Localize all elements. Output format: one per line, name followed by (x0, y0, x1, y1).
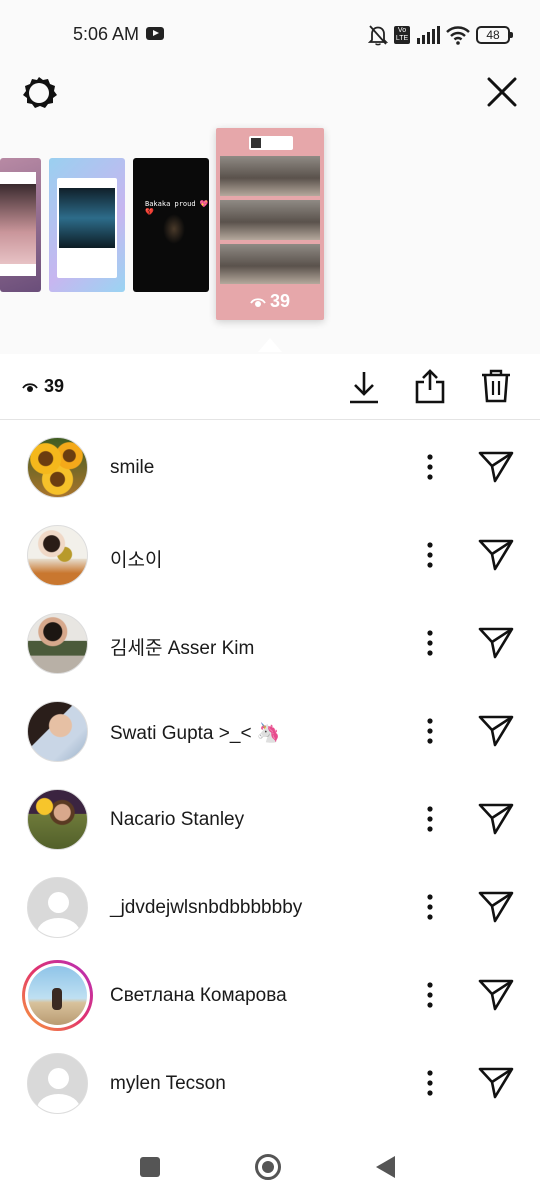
viewer-name[interactable]: 김세준 Asser Kim (110, 633, 254, 660)
selection-pointer (258, 338, 282, 352)
selected-story-views: 39 (270, 291, 291, 311)
send-icon[interactable] (478, 889, 514, 923)
wifi-icon (446, 26, 470, 45)
close-icon[interactable] (484, 74, 520, 110)
download-icon[interactable] (348, 370, 380, 404)
more-icon[interactable] (418, 977, 442, 1013)
more-icon[interactable] (418, 1065, 442, 1101)
signal-icon (417, 26, 440, 44)
trash-icon[interactable] (481, 369, 511, 403)
volte-icon: Vo LTE (394, 26, 410, 44)
story-thumbnail-selected[interactable]: 39 (216, 128, 324, 320)
avatar[interactable] (27, 701, 88, 762)
viewer-row[interactable]: 김세준 Asser Kim (0, 597, 540, 685)
avatar[interactable] (27, 613, 88, 674)
more-icon[interactable] (418, 449, 442, 485)
viewer-name[interactable]: Nacario Stanley (110, 809, 244, 831)
viewer-row[interactable]: smile (0, 421, 540, 509)
status-bar: 5:06 AM Vo LTE 48 (0, 0, 540, 52)
gear-icon[interactable] (20, 74, 58, 112)
story-actions: 39 (0, 354, 540, 420)
story-ring-avatar[interactable] (22, 960, 93, 1031)
back-icon[interactable] (376, 1156, 395, 1178)
viewer-row[interactable]: Swati Gupta >_< 🦄 (0, 685, 540, 773)
story-thumbnail-1[interactable] (0, 158, 41, 292)
default-avatar-icon[interactable] (27, 1053, 88, 1114)
viewer-name[interactable]: Светлана Комарова (110, 985, 287, 1007)
viewer-name[interactable]: smile (110, 457, 154, 479)
story-thumbnail-3[interactable]: Bakaka proud 💖💔 (133, 158, 209, 292)
views-count: 39 (44, 376, 65, 396)
youtube-icon (146, 27, 164, 40)
send-icon[interactable] (478, 977, 514, 1011)
more-icon[interactable] (418, 801, 442, 837)
viewer-row[interactable]: 이소이 (0, 509, 540, 597)
send-icon[interactable] (478, 537, 514, 571)
send-icon[interactable] (478, 801, 514, 835)
avatar[interactable] (27, 437, 88, 498)
more-icon[interactable] (418, 713, 442, 749)
viewer-name[interactable]: _jdvdejwlsnbdbbbbbby (110, 897, 302, 919)
share-icon[interactable] (414, 368, 446, 404)
battery-icon: 48 (476, 26, 513, 44)
eye-icon (250, 298, 266, 307)
eye-icon (22, 383, 38, 392)
story-header: Bakaka proud 💖💔 39 (0, 52, 540, 354)
send-icon[interactable] (478, 625, 514, 659)
default-avatar-icon[interactable] (27, 877, 88, 938)
viewer-row[interactable]: mylen Tecson (0, 1037, 540, 1125)
viewer-row[interactable]: _jdvdejwlsnbdbbbbbby (0, 861, 540, 949)
story-thumbnail-2[interactable] (49, 158, 125, 292)
viewer-row[interactable]: Nacario Stanley (0, 773, 540, 861)
avatar[interactable] (27, 789, 88, 850)
viewer-name[interactable]: 이소이 (110, 545, 162, 572)
status-time: 5:06 AM (73, 24, 140, 44)
send-icon[interactable] (478, 1065, 514, 1099)
home-icon[interactable] (255, 1154, 281, 1180)
music-sticker (249, 136, 293, 150)
send-icon[interactable] (478, 449, 514, 483)
more-icon[interactable] (418, 537, 442, 573)
viewer-name[interactable]: mylen Tecson (110, 1073, 226, 1095)
recents-icon[interactable] (140, 1157, 160, 1177)
bell-off-icon (368, 25, 388, 46)
system-nav-bar (0, 1136, 540, 1200)
send-icon[interactable] (478, 713, 514, 747)
viewer-name[interactable]: Swati Gupta >_< 🦄 (110, 721, 280, 745)
more-icon[interactable] (418, 625, 442, 661)
viewer-row[interactable]: Светлана Комарова (0, 949, 540, 1037)
avatar[interactable] (27, 525, 88, 586)
more-icon[interactable] (418, 889, 442, 925)
